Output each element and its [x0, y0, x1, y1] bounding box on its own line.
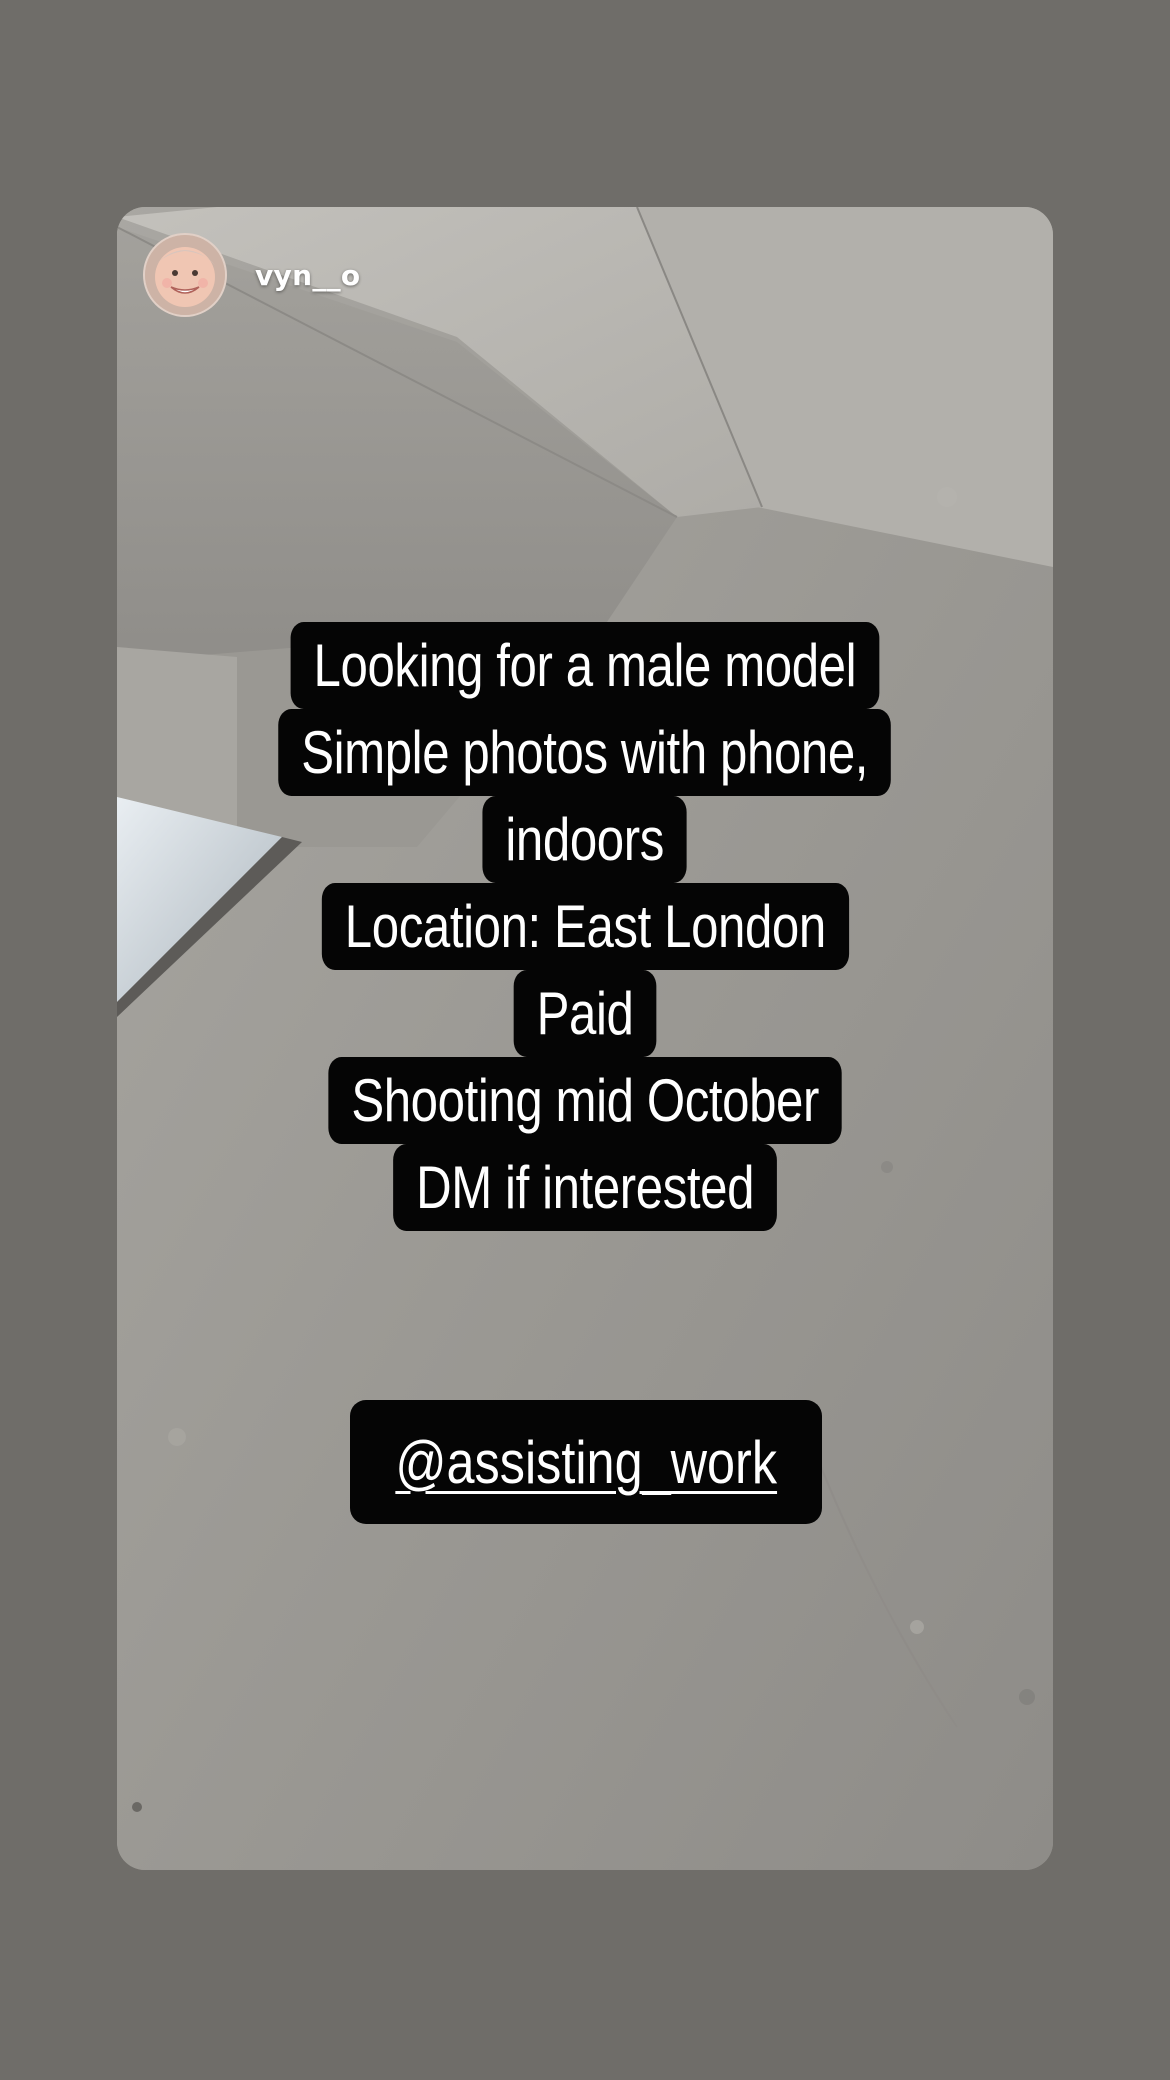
caption-line: indoors	[482, 796, 688, 883]
profile-photo-icon	[145, 235, 225, 315]
story-header: vyn__o	[143, 233, 360, 317]
caption-line: Location: East London	[321, 883, 849, 970]
story-card[interactable]: vyn__o Looking for a male model Simple p…	[117, 207, 1053, 1870]
username[interactable]: vyn__o	[255, 259, 360, 292]
mention-sticker[interactable]: @assisting_work	[350, 1400, 822, 1524]
caption-line: DM if interested	[393, 1144, 777, 1231]
profile-avatar[interactable]	[143, 233, 227, 317]
story-caption: Looking for a male model Simple photos w…	[117, 622, 1053, 1231]
caption-line: Simple photos with phone,	[278, 709, 892, 796]
caption-line: Shooting mid October	[328, 1057, 842, 1144]
caption-line: Looking for a male model	[290, 622, 880, 709]
caption-line: Paid	[513, 970, 657, 1057]
mention-link[interactable]: @assisting_work	[395, 1428, 777, 1497]
